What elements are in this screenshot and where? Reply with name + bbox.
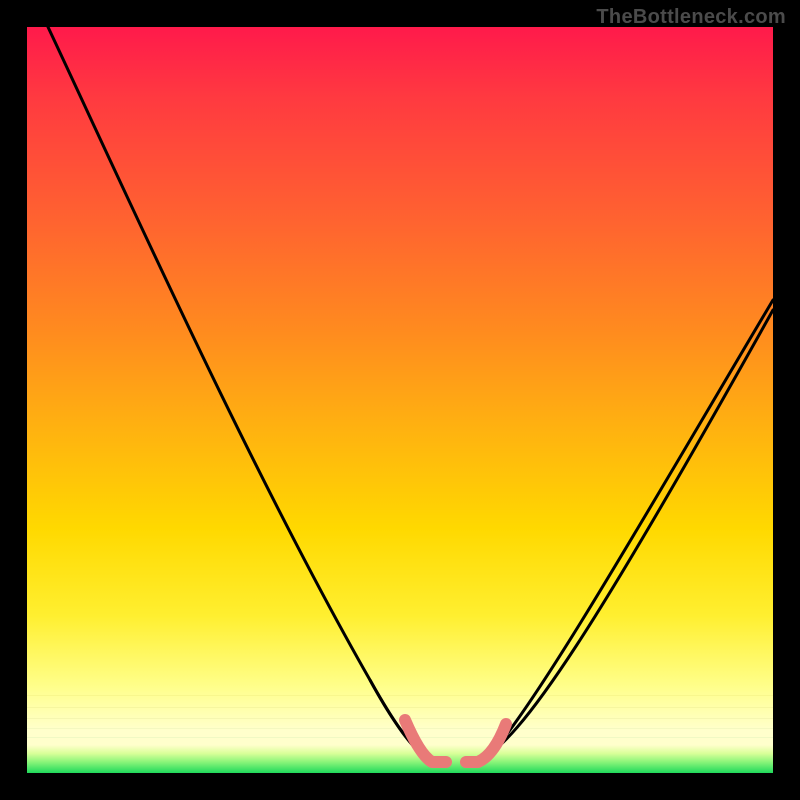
grid-stripe (27, 728, 773, 729)
grid-stripe (27, 695, 773, 696)
grid-stripe (27, 707, 773, 708)
baseline-green-band (27, 745, 773, 773)
grid-stripe (27, 718, 773, 719)
watermark-text: TheBottleneck.com (596, 6, 786, 29)
grid-stripe (27, 737, 773, 738)
chart-frame: TheBottleneck.com (0, 0, 800, 800)
heatmap-gradient (27, 27, 773, 745)
